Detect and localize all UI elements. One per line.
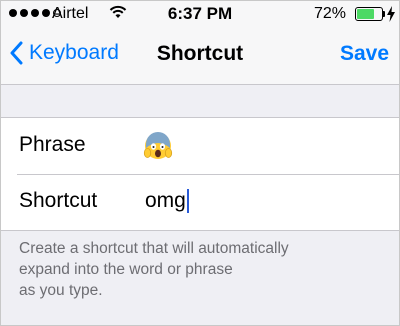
battery-level-fill — [357, 9, 375, 19]
status-bar: Airtel 6:37 PM 72% — [1, 1, 399, 27]
shortcut-label: Shortcut — [19, 189, 98, 212]
phrase-row[interactable]: Phrase — [1, 118, 399, 174]
face-screaming-in-fear-emoji-icon[interactable] — [143, 130, 173, 160]
shortcut-input[interactable]: omg — [145, 189, 189, 213]
text-cursor — [186, 189, 189, 213]
save-button[interactable]: Save — [340, 42, 389, 66]
shortcut-form: Phrase Shortcut omg — [1, 117, 399, 231]
help-text: Create a shortcut that will automaticall… — [19, 240, 289, 299]
shortcut-row[interactable]: Shortcut omg — [1, 174, 399, 230]
navigation-bar: Keyboard Shortcut Save — [1, 27, 399, 85]
shortcut-input-value: omg — [145, 189, 186, 212]
battery-icon — [355, 7, 383, 21]
phrase-label: Phrase — [19, 133, 86, 156]
battery-cap — [383, 11, 385, 17]
battery-percentage: 72% — [314, 5, 347, 22]
back-button[interactable]: Keyboard — [9, 41, 119, 65]
chevron-left-icon — [10, 41, 23, 65]
charging-bolt-icon — [387, 6, 395, 22]
back-button-label: Keyboard — [29, 41, 119, 64]
